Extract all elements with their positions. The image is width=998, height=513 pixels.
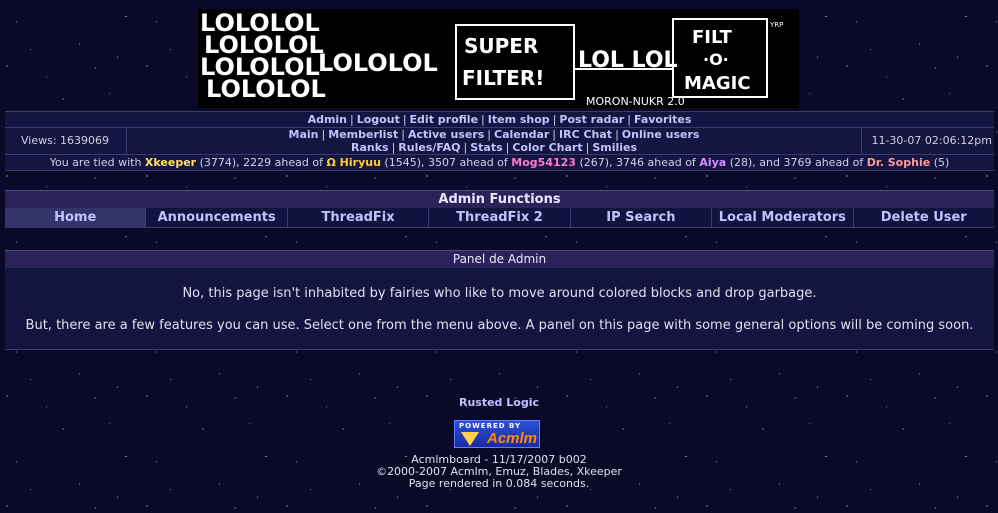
footer-render-time: Page rendered in 0.084 seconds.: [408, 477, 590, 490]
nav-online-users[interactable]: Online users: [622, 128, 700, 141]
nav-favorites[interactable]: Favorites: [634, 113, 691, 126]
tab-announcements[interactable]: Announcements: [146, 208, 288, 227]
nav-edit-profile[interactable]: Edit profile: [410, 113, 479, 126]
banner-yrp: YRP: [769, 21, 783, 29]
nav-admin[interactable]: Admin: [308, 113, 347, 126]
site-banner: LOLOLOL LOLOLOL LOLOLOL LOLOLOL LOLOLOL …: [198, 9, 799, 108]
acmlm-logo-icon: [461, 432, 479, 446]
main-nav-line-1: Main | Memberlist | Active users | Calendar | IR…: [288, 128, 700, 141]
tied-text-3: (267), 3746 ahead of: [579, 156, 696, 169]
panel-body: No, this page isn't inhabited by fairies…: [5, 268, 994, 350]
badge-acmlm-text: Acmlm: [487, 430, 538, 447]
nav-irc-chat[interactable]: IRC Chat: [559, 128, 612, 141]
banner-filt: FILT: [692, 27, 732, 48]
nav-calendar[interactable]: Calendar: [494, 128, 549, 141]
rank-tie-bar: You are tied with Xkeeper (3774), 2229 a…: [5, 154, 994, 171]
tied-prefix: You are tied with: [49, 156, 142, 169]
tab-delete-user[interactable]: Delete User: [854, 208, 994, 227]
panel-paragraph-2: But, there are a few features you can us…: [25, 318, 974, 333]
tab-threadfix[interactable]: ThreadFix: [288, 208, 430, 227]
banner-lol-5: LOLOLOL: [318, 49, 438, 77]
nav-active-users[interactable]: Active users: [408, 128, 484, 141]
panel-title: Panel de Admin: [5, 250, 994, 268]
tab-ip-search[interactable]: IP Search: [571, 208, 713, 227]
tied-text-5: (5): [933, 156, 950, 169]
user-link-hiryuu[interactable]: Ω Hiryuu: [326, 156, 380, 169]
nav-smilies[interactable]: Smilies: [592, 141, 637, 154]
footer-site-link[interactable]: Rusted Logic: [459, 396, 539, 409]
current-datetime: 11-30-07 02:06:12pm: [861, 128, 994, 154]
nav-logout[interactable]: Logout: [357, 113, 400, 126]
main-nav-links: Main | Memberlist | Active users | Calendar | IR…: [127, 128, 861, 154]
nav-color-chart[interactable]: Color Chart: [512, 141, 582, 154]
banner-o: ·O·: [703, 50, 729, 69]
user-link-mog54123[interactable]: Mog54123: [511, 156, 576, 169]
panel-paragraph-1: No, this page isn't inhabited by fairies…: [182, 286, 817, 301]
nav-ranks[interactable]: Ranks: [351, 141, 389, 154]
nav-memberlist[interactable]: Memberlist: [328, 128, 398, 141]
banner-super: SUPER: [464, 34, 538, 58]
badge-powered-by-text: POWERED BY: [459, 422, 522, 430]
admin-functions-title: Admin Functions: [5, 190, 994, 208]
nav-stats[interactable]: Stats: [470, 141, 502, 154]
user-link-aiya[interactable]: Aiya: [699, 156, 726, 169]
user-link-dr-sophie[interactable]: Dr. Sophie: [867, 156, 930, 169]
banner-magic: MAGIC: [684, 73, 751, 94]
tied-text-4: (28), and 3769 ahead of: [729, 156, 864, 169]
banner-lol-6: LOL LOL: [578, 48, 678, 73]
main-nav-line-2: Ranks | Rules/FAQ | Stats | Color Chart | Smilie…: [350, 141, 638, 154]
nav-post-radar[interactable]: Post radar: [559, 113, 624, 126]
user-link-xkeeper[interactable]: Xkeeper: [145, 156, 196, 169]
banner-filter: FILTER!: [462, 66, 544, 90]
admin-tabs: Home Announcements ThreadFix ThreadFix 2…: [5, 208, 994, 228]
powered-by-acmlm-badge[interactable]: POWERED BY Acmlm: [454, 420, 540, 448]
banner-lol-4: LOLOLOL: [206, 75, 326, 103]
nav-rules-faq[interactable]: Rules/FAQ: [398, 141, 460, 154]
nav-item-shop[interactable]: Item shop: [488, 113, 550, 126]
main-nav-bar: Views: 1639069 Main | Memberlist | Active us…: [5, 127, 994, 155]
banner-image: LOLOLOL LOLOLOL LOLOLOL LOLOLOL LOLOLOL …: [200, 9, 783, 108]
tied-text-1: (3774), 2229 ahead of: [199, 156, 323, 169]
footer-site-link-wrap: Rusted Logic: [0, 396, 998, 409]
tab-threadfix-2[interactable]: ThreadFix 2: [429, 208, 571, 227]
views-counter: Views: 1639069: [5, 128, 127, 154]
tab-local-moderators[interactable]: Local Moderators: [712, 208, 854, 227]
banner-moron-nukr: MORON-NUKR 2.0: [586, 95, 685, 108]
nav-main[interactable]: Main: [289, 128, 319, 141]
tied-text-2: (1545), 3507 ahead of: [384, 156, 508, 169]
tab-home[interactable]: Home: [5, 208, 147, 227]
